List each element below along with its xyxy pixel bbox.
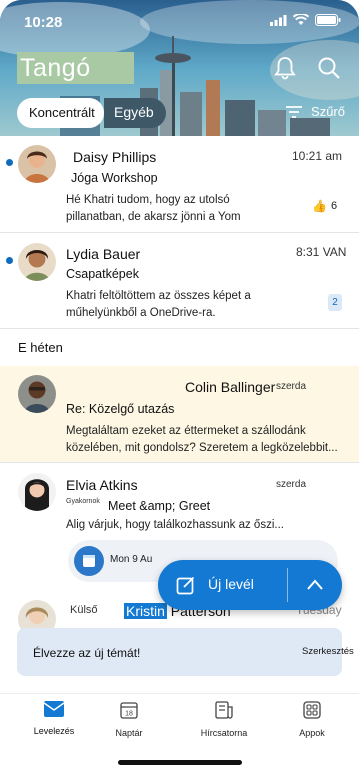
chevron-up-icon[interactable] bbox=[306, 577, 324, 593]
sender-name: Elvia Atkins bbox=[66, 477, 138, 493]
new-message-fab[interactable]: Új levél bbox=[158, 560, 342, 610]
calendar-chip-date: Mon 9 Au bbox=[110, 554, 153, 565]
reaction-count: 6 bbox=[331, 200, 338, 212]
nav-label: Naptár bbox=[115, 728, 143, 738]
search-icon[interactable] bbox=[316, 55, 342, 81]
avatar bbox=[18, 473, 56, 511]
message-time: 8:31 VAN bbox=[296, 245, 347, 259]
tab-egyeb[interactable]: Egyéb bbox=[104, 98, 166, 128]
app-header: 10:28 Tangó Egyéb Koncentrált Szűrő bbox=[0, 0, 359, 136]
section-heading-this-week: E héten bbox=[18, 340, 63, 355]
tag-label: Gyakornok bbox=[66, 498, 100, 505]
message-subject: Meet &amp; Greet bbox=[108, 499, 211, 513]
battery-icon bbox=[315, 14, 341, 26]
apps-icon bbox=[303, 701, 321, 719]
svg-text:18: 18 bbox=[125, 711, 133, 718]
feed-icon bbox=[215, 701, 233, 719]
calendar-icon: 18 bbox=[120, 702, 138, 719]
message-subject: Re: Közelgő utazás bbox=[66, 402, 175, 416]
wifi-icon bbox=[293, 14, 309, 25]
message-subject: Csapatképek bbox=[66, 267, 139, 281]
filter-icon bbox=[286, 105, 303, 118]
sender-name: Colin Ballinger bbox=[185, 379, 276, 395]
sender-name: Daisy Phillips bbox=[73, 149, 157, 165]
message-time: szerda bbox=[276, 479, 307, 490]
page-title: Tangó bbox=[20, 54, 91, 82]
tab-koncentralt[interactable]: Koncentrált bbox=[17, 98, 104, 128]
message-preview: Megtaláltam ezeket az éttermeket a száll… bbox=[66, 425, 338, 454]
nav-item-levelezes[interactable]: Levelezés bbox=[14, 700, 94, 736]
divider bbox=[0, 328, 359, 329]
unread-indicator bbox=[6, 257, 13, 264]
nav-item-appok[interactable]: Appok bbox=[272, 700, 352, 738]
tab-egyeb-label: Egyéb bbox=[114, 104, 154, 120]
unread-indicator bbox=[6, 159, 13, 166]
sender-first-name: Kristin bbox=[124, 603, 167, 619]
sender-name: Lydia Bauer bbox=[66, 246, 141, 262]
new-message-label: Új levél bbox=[208, 576, 254, 592]
phone-screen: 10:28 Tangó Egyéb Koncentrált Szűrő Dais… bbox=[0, 0, 359, 775]
mail-icon bbox=[43, 701, 65, 717]
home-indicator[interactable] bbox=[118, 760, 242, 765]
compose-icon bbox=[176, 576, 195, 595]
tag-label: Külső bbox=[70, 604, 98, 616]
filter-label: Szűrő bbox=[311, 104, 345, 119]
bell-icon[interactable] bbox=[272, 55, 298, 81]
toast-message: Élvezze az új témát! bbox=[33, 646, 141, 660]
divider bbox=[0, 232, 359, 233]
filter-button[interactable]: Szűrő bbox=[285, 104, 345, 119]
avatar bbox=[18, 243, 56, 281]
toast-edit-button[interactable]: Szerkesztés bbox=[302, 646, 354, 657]
message-preview: Hé Khatri tudom, hogy az utolsó pillanat… bbox=[66, 194, 241, 223]
nav-label: Levelezés bbox=[33, 726, 75, 736]
thumbs-up-icon[interactable]: 👍 bbox=[312, 199, 327, 213]
signal-icon bbox=[270, 14, 287, 26]
nav-label: Appok bbox=[299, 728, 325, 738]
status-time: 10:28 bbox=[24, 14, 63, 31]
avatar bbox=[18, 375, 56, 413]
message-time: szerda bbox=[276, 381, 307, 392]
fab-separator bbox=[287, 568, 288, 602]
nav-label: Hírcsatorna bbox=[200, 728, 248, 738]
divider bbox=[0, 462, 359, 463]
status-icons bbox=[270, 14, 341, 26]
message-time: 10:21 am bbox=[292, 149, 343, 163]
nav-item-hircsatorna[interactable]: Hírcsatorna bbox=[184, 700, 264, 738]
message-subject: Jóga Workshop bbox=[71, 171, 158, 185]
theme-toast: Élvezze az új témát! Szerkesztés bbox=[17, 628, 354, 676]
tab-koncentralt-label: Koncentrált bbox=[29, 105, 95, 120]
message-preview: Khatri feltöltöttem az összes képet a mű… bbox=[66, 290, 251, 319]
calendar-chip-icon bbox=[74, 546, 104, 576]
message-preview: Alig várjuk, hogy találkozhassunk az ősz… bbox=[66, 519, 284, 531]
unread-count-badge: 2 bbox=[328, 294, 342, 311]
avatar bbox=[18, 145, 56, 183]
nav-item-naptar[interactable]: 18 Naptár bbox=[89, 700, 169, 738]
